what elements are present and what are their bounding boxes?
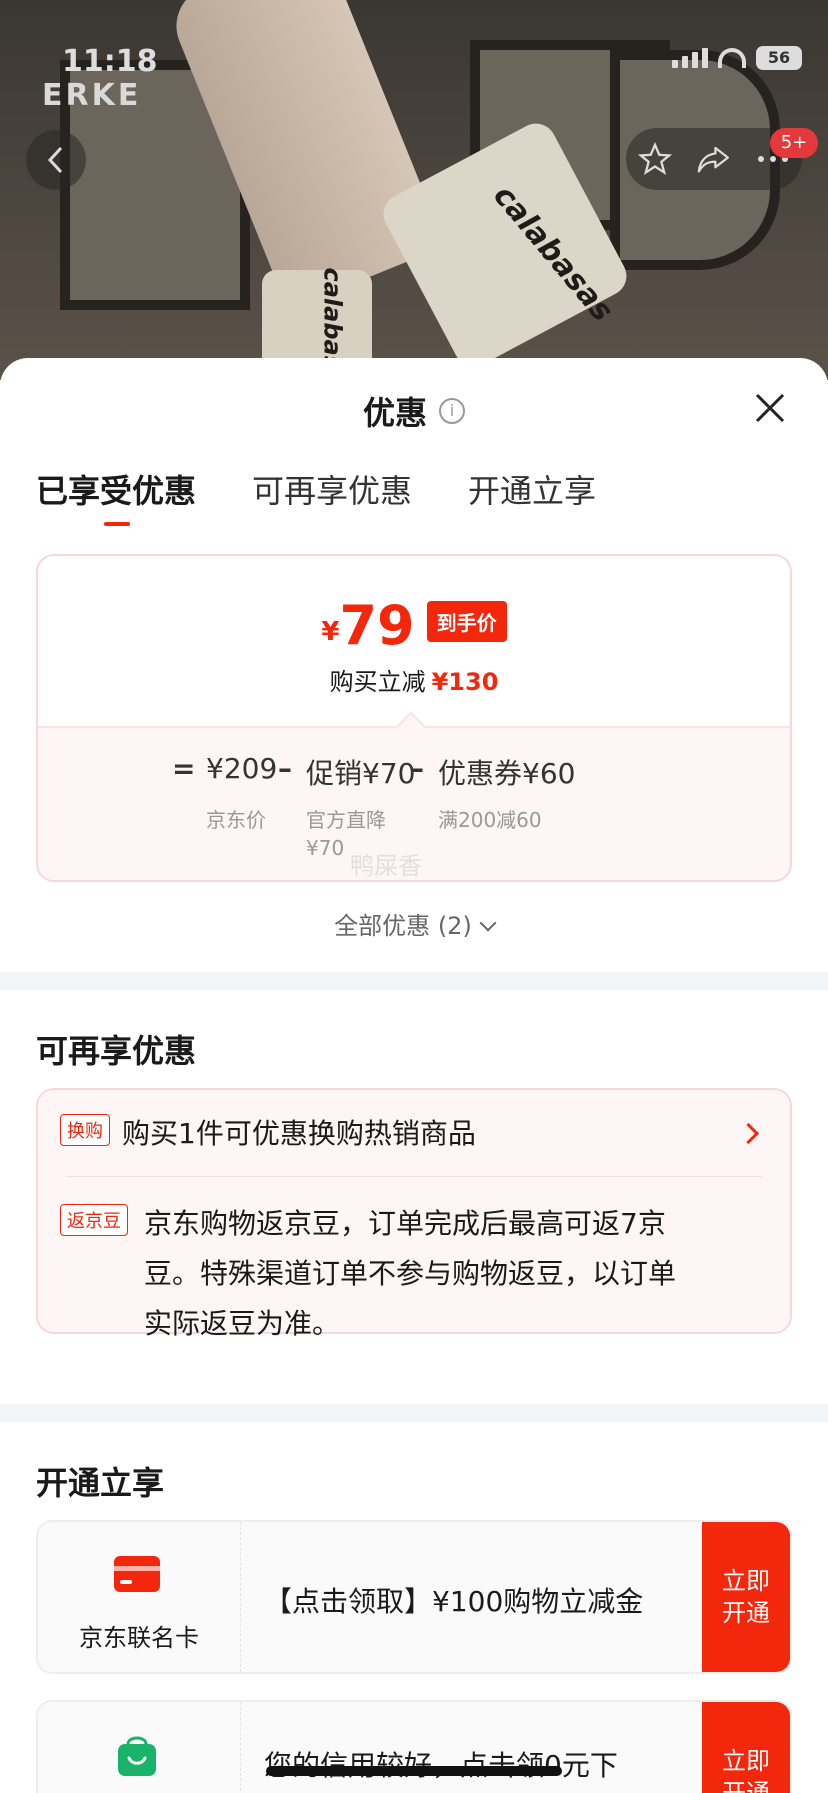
brand-logo: ERKE xyxy=(42,78,142,113)
credit-offer-card[interactable]: 您的信用较好，点击领0元下 立即 开通 xyxy=(36,1700,792,1793)
star-icon[interactable] xyxy=(638,142,672,176)
open-button-line1: 立即 xyxy=(722,1747,770,1775)
jd-bean-tag: 返京豆 xyxy=(60,1204,128,1236)
currency-symbol: ¥ xyxy=(321,617,340,647)
offer-left xyxy=(38,1702,241,1793)
share-icon[interactable] xyxy=(696,142,732,176)
minus-sign: – xyxy=(278,752,292,785)
all-offers-label: 全部优惠 (2) xyxy=(334,912,472,940)
discount-tabs: 已享受优惠 可再享优惠 开通立享 xyxy=(36,466,596,526)
home-indicator[interactable] xyxy=(266,1766,562,1776)
price-breakdown-card: ¥79 到手价 购买立减 ¥130 = ¥209 – 促销¥70 – 优惠券¥60 … xyxy=(36,554,792,882)
open-section-title: 开通立享 xyxy=(36,1464,165,1502)
jd-price-label: 京东价 xyxy=(206,808,266,832)
jd-cobrand-card-offer[interactable]: 京东联名卡 【点击领取】¥100购物立减金 立即 开通 xyxy=(36,1520,792,1674)
cobrand-offer-text: 【点击领取】¥100购物立减金 xyxy=(264,1585,644,1618)
offer-left: 京东联名卡 xyxy=(38,1522,241,1672)
jd-price: ¥209 xyxy=(206,752,278,785)
chevron-down-icon xyxy=(479,914,497,932)
tab-more[interactable]: 可再享优惠 xyxy=(252,466,412,512)
close-icon[interactable] xyxy=(748,386,792,430)
status-time: 11:18 xyxy=(62,44,158,79)
reduce-row: 购买立减 ¥130 xyxy=(38,662,790,697)
battery-icon: 56 xyxy=(756,46,802,70)
promo-sub-label: 官方直降 xyxy=(306,808,386,832)
price-calculation: = ¥209 – 促销¥70 – 优惠券¥60 京东价 官方直降 ¥70 满20… xyxy=(38,726,790,880)
open-button-line2: 开通 xyxy=(722,1779,770,1793)
minus-sign: – xyxy=(410,752,424,785)
cobrand-card-label: 京东联名卡 xyxy=(79,1624,199,1652)
back-button[interactable] xyxy=(26,130,86,190)
open-now-button[interactable]: 立即 开通 xyxy=(702,1522,790,1672)
final-price-tag: 到手价 xyxy=(426,601,507,642)
signal-icon xyxy=(672,48,708,68)
watermark-text: 鸭屎香 xyxy=(350,852,422,880)
wifi-icon xyxy=(718,48,746,68)
discount-sheet: 优惠 i 已享受优惠 可再享优惠 开通立享 ¥79 到手价 购买立减 ¥130 = ¥… xyxy=(0,358,828,1793)
promo-amount: 促销¥70 xyxy=(306,757,416,790)
section-divider xyxy=(0,1404,828,1422)
tab-open[interactable]: 开通立享 xyxy=(468,466,596,512)
jd-bean-text-line3: 实际返豆为准。 xyxy=(144,1307,341,1340)
jd-bean-text-line2: 豆。特殊渠道订单不参与购物返豆，以订单 xyxy=(144,1257,677,1290)
section-divider xyxy=(0,972,828,990)
final-price: 79 xyxy=(339,594,415,657)
reduce-value: ¥130 xyxy=(431,668,499,696)
cart-count-badge: 5+ xyxy=(770,128,818,158)
more-offers-box: 换购 购买1件可优惠换购热销商品 返京豆 京东购物返京豆，订单完成后最高可返7京… xyxy=(36,1088,792,1340)
jd-bean-text-line1: 京东购物返京豆，订单完成后最高可返7京 xyxy=(144,1207,666,1240)
row-divider xyxy=(66,1176,762,1177)
more-offers-title: 可再享优惠 xyxy=(36,1032,197,1070)
reduce-label: 购买立减 xyxy=(329,668,426,696)
chevron-left-icon xyxy=(47,146,63,174)
price-summary: ¥79 到手价 购买立减 ¥130 xyxy=(38,556,790,726)
credit-card-icon xyxy=(114,1556,160,1592)
tab-enjoyed[interactable]: 已享受优惠 xyxy=(36,466,196,526)
coupon-amount: 优惠券¥60 xyxy=(438,757,576,790)
final-price-row: ¥79 到手价 xyxy=(38,594,790,657)
sheet-title-row: 优惠 i xyxy=(0,388,828,434)
chevron-right-icon xyxy=(737,1122,760,1145)
open-button-line2: 开通 xyxy=(722,1599,770,1627)
sheet-title: 优惠 xyxy=(362,394,427,432)
promo-sub-value: ¥70 xyxy=(306,836,345,860)
open-button-line1: 立即 xyxy=(722,1567,770,1595)
open-now-button[interactable]: 立即 开通 xyxy=(702,1702,790,1793)
equals-sign: = xyxy=(172,752,196,785)
credit-offer-text: 您的信用较好，点击领0元下 xyxy=(264,1744,618,1784)
coupon-condition: 满200减60 xyxy=(438,808,542,832)
info-icon[interactable]: i xyxy=(439,398,465,424)
shopping-bag-icon xyxy=(118,1736,156,1776)
all-offers-toggle[interactable]: 全部优惠 (2) xyxy=(0,906,828,941)
exchange-offer-text: 购买1件可优惠换购热销商品 xyxy=(122,1117,476,1150)
exchange-tag: 换购 xyxy=(60,1114,110,1146)
status-icons: 56 xyxy=(672,46,802,70)
